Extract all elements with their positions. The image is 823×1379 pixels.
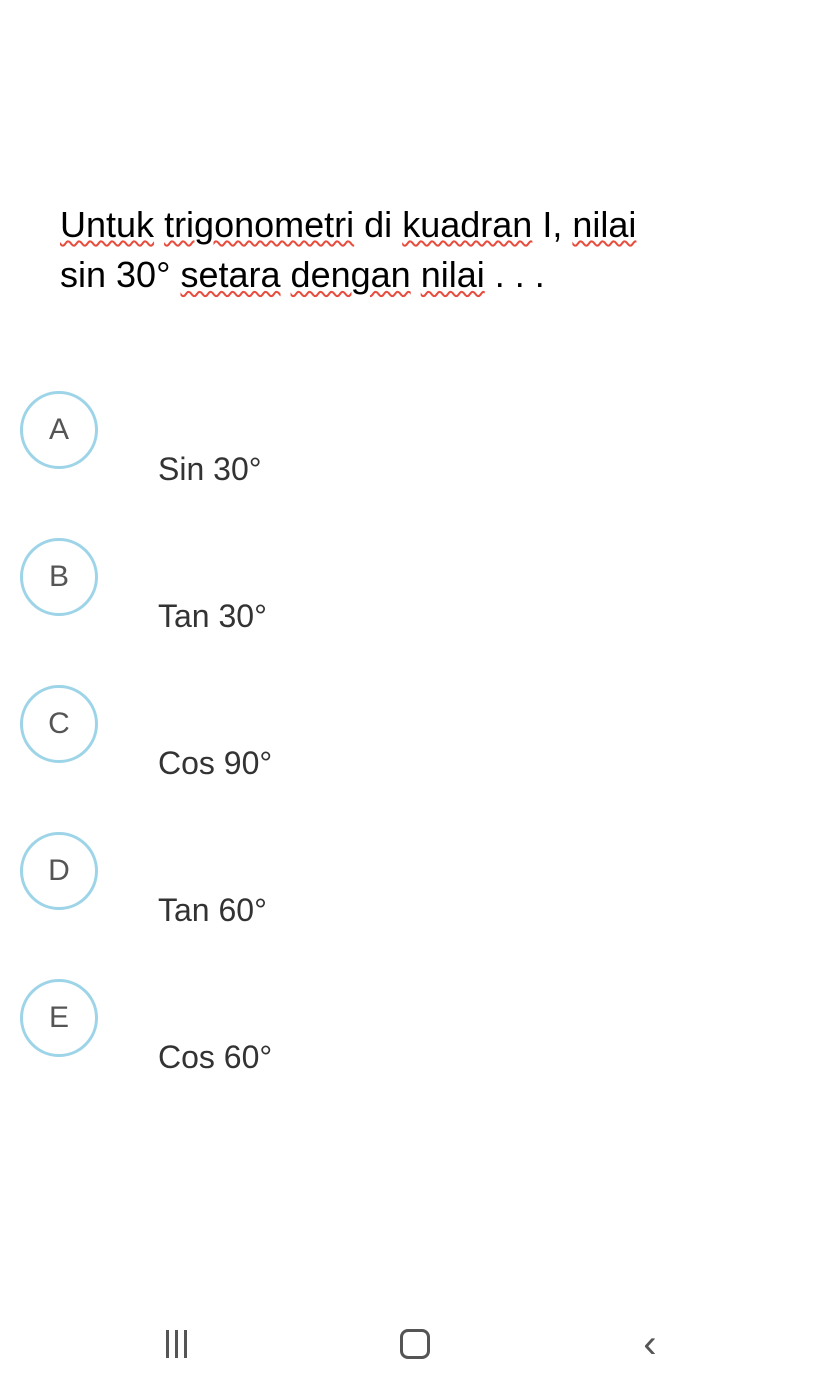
- back-button[interactable]: ‹: [643, 1322, 656, 1367]
- question-word: Untuk: [60, 204, 154, 245]
- option-letter-circle: A: [20, 391, 98, 469]
- option-text: Cos 90°: [158, 745, 272, 782]
- question-word: . . .: [495, 254, 545, 295]
- navigation-bar: ‹: [0, 1309, 823, 1379]
- question-word: sin 30°: [60, 254, 180, 295]
- option-a[interactable]: A Sin 30°: [60, 391, 763, 488]
- option-e[interactable]: E Cos 60°: [60, 979, 763, 1076]
- question-word: trigonometri: [164, 204, 354, 245]
- question-word: I,: [542, 204, 562, 245]
- question-word: nilai: [421, 254, 485, 295]
- option-letter-circle: B: [20, 538, 98, 616]
- option-text: Sin 30°: [158, 451, 262, 488]
- question-word: nilai: [572, 204, 636, 245]
- recent-apps-button[interactable]: [166, 1330, 187, 1358]
- option-b[interactable]: B Tan 30°: [60, 538, 763, 635]
- option-text: Tan 30°: [158, 598, 267, 635]
- option-c[interactable]: C Cos 90°: [60, 685, 763, 782]
- question-word: setara: [180, 254, 280, 295]
- option-letter-circle: C: [20, 685, 98, 763]
- question-text: Untuk trigonometri di kuadran I, nilai s…: [60, 200, 763, 301]
- option-text: Cos 60°: [158, 1039, 272, 1076]
- question-word: di: [364, 204, 392, 245]
- option-d[interactable]: D Tan 60°: [60, 832, 763, 929]
- question-word: kuadran: [402, 204, 532, 245]
- content-area: Untuk trigonometri di kuadran I, nilai s…: [0, 0, 823, 1076]
- option-letter-circle: D: [20, 832, 98, 910]
- option-text: Tan 60°: [158, 892, 267, 929]
- question-word: dengan: [291, 254, 411, 295]
- option-letter-circle: E: [20, 979, 98, 1057]
- options-list: A Sin 30° B Tan 30° C Cos 90° D Tan 60° …: [60, 391, 763, 1076]
- home-button[interactable]: [400, 1329, 430, 1359]
